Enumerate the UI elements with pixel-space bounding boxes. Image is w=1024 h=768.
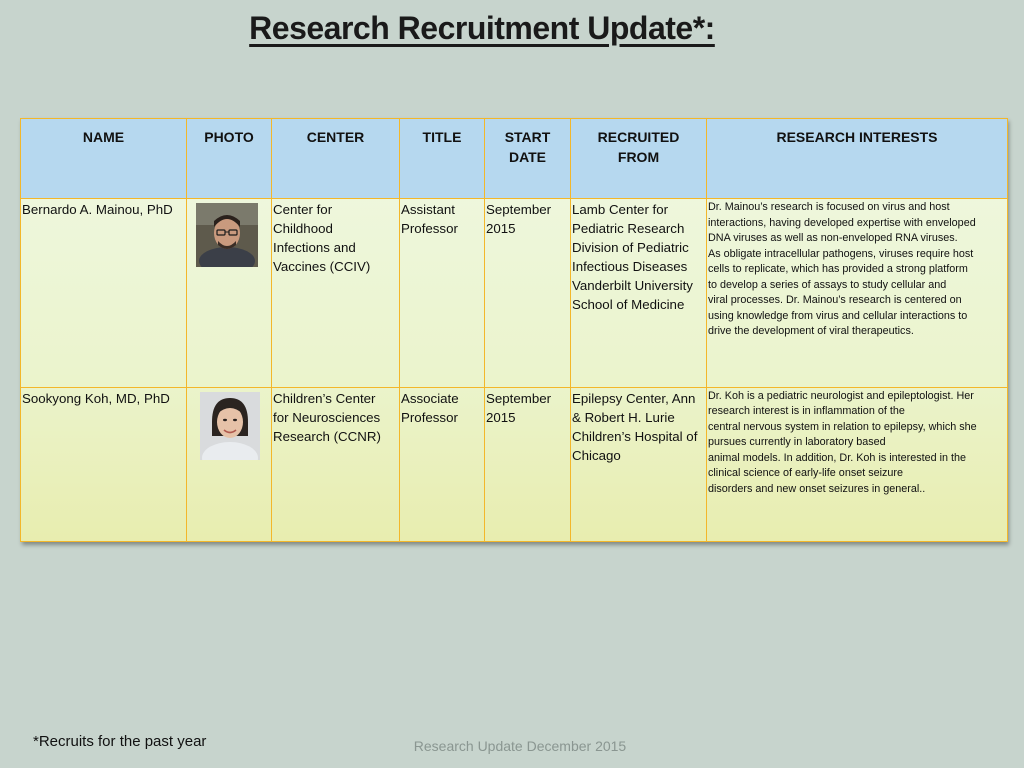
title-line: Professor bbox=[401, 221, 458, 236]
column-header-start-date: START DATE bbox=[484, 118, 571, 199]
cell-center: Center for Childhood Infections and Vacc… bbox=[271, 198, 400, 388]
center-line: for Neurosciences bbox=[273, 409, 381, 425]
column-header-center: CENTER bbox=[271, 118, 400, 199]
column-header-photo: PHOTO bbox=[186, 118, 272, 199]
interests-line: drive the development of viral therapeut… bbox=[708, 325, 914, 337]
interests-line: clinical science of early-life onset sei… bbox=[708, 467, 904, 480]
cell-photo bbox=[186, 198, 272, 388]
recruit-name: Sookyong Koh, MD, PhD bbox=[22, 390, 170, 406]
title-line: Assistant bbox=[401, 202, 455, 217]
center-line: Vaccines (CCIV) bbox=[273, 259, 371, 274]
recruited-line: Lamb Center for bbox=[572, 202, 669, 217]
cell-recruited-from: Lamb Center for Pediatric Research Divis… bbox=[570, 198, 707, 388]
interests-line: Dr. Koh is a pediatric neurologist and e… bbox=[708, 389, 974, 402]
interests-line: As obligate intracellular pathogens, vir… bbox=[708, 247, 974, 260]
column-header-line: DATE bbox=[508, 149, 547, 165]
interests-line: research interest is in inflammation of … bbox=[708, 405, 905, 418]
cell-start-date: September 2015 bbox=[484, 198, 571, 388]
column-header-line: RECRUITED bbox=[597, 129, 680, 145]
table-row: Sookyong Koh, MD, PhD Children’s Center … bbox=[20, 386, 1008, 543]
cell-name: Sookyong Koh, MD, PhD bbox=[20, 386, 187, 543]
cell-research-interests: Dr. Koh is a pediatric neurologist and e… bbox=[706, 386, 1008, 543]
column-header-name: NAME bbox=[20, 118, 187, 199]
cell-center: Children’s Center for Neurosciences Rese… bbox=[271, 386, 400, 543]
interests-line: pursues currently in laboratory based bbox=[708, 436, 886, 449]
interests-line: Dr. Mainou’s research is focused on viru… bbox=[708, 201, 950, 213]
center-line: Center for bbox=[273, 202, 333, 217]
center-line: Childhood bbox=[273, 221, 333, 236]
recruited-line: Infectious Diseases bbox=[572, 259, 688, 274]
column-header-title: TITLE bbox=[399, 118, 485, 199]
recruit-name: Bernardo A. Mainou, PhD bbox=[22, 202, 173, 217]
column-header-recruited-from: RECRUITED FROM bbox=[570, 118, 707, 199]
start-line: 2015 bbox=[486, 221, 516, 236]
cell-photo bbox=[186, 386, 272, 543]
recruited-line: Division of Pediatric bbox=[572, 240, 689, 255]
start-line: September bbox=[486, 390, 552, 406]
recruited-line: School of Medicine bbox=[572, 297, 685, 312]
recruited-line: & Robert H. Lurie bbox=[572, 409, 675, 425]
cell-title: Assistant Professor bbox=[399, 198, 485, 388]
title-line: Associate bbox=[401, 390, 459, 406]
recruited-line: Vanderbilt University bbox=[572, 278, 693, 293]
column-header-line: START bbox=[504, 129, 551, 145]
interests-line: central nervous system in relation to ep… bbox=[708, 420, 977, 433]
cell-name: Bernardo A. Mainou, PhD bbox=[20, 198, 187, 388]
interests-line: viral processes. Dr. Mainou’s research i… bbox=[708, 294, 962, 306]
interests-line: to develop a series of assays to study c… bbox=[708, 278, 947, 291]
column-header-line: FROM bbox=[617, 149, 660, 165]
recruitment-table: NAME PHOTO CENTER TITLE START DATE RECRU… bbox=[20, 118, 1008, 543]
recruited-line: Epilepsy Center, Ann bbox=[572, 390, 696, 406]
portrait-photo-image bbox=[196, 203, 258, 267]
interests-line: interactions, having developed expertise… bbox=[708, 216, 976, 229]
interests-line: animal models. In addition, Dr. Koh is i… bbox=[708, 451, 967, 464]
start-line: September bbox=[486, 202, 552, 217]
table-header-row: NAME PHOTO CENTER TITLE START DATE RECRU… bbox=[20, 118, 1008, 199]
column-header-research-interests: RESEARCH INTERESTS bbox=[706, 118, 1008, 199]
center-line: Research (CCNR) bbox=[273, 428, 381, 444]
center-line: Children’s Center bbox=[273, 390, 376, 406]
recruitment-table-container: NAME PHOTO CENTER TITLE START DATE RECRU… bbox=[20, 118, 1008, 543]
interests-line: disorders and new onset seizures in gene… bbox=[708, 482, 926, 495]
cell-research-interests: Dr. Mainou’s research is focused on viru… bbox=[706, 198, 1008, 388]
center-line: Infections and bbox=[273, 240, 356, 255]
table-row: Bernardo A. Mainou, PhD Center for Child… bbox=[20, 198, 1008, 388]
interests-line: DNA viruses as well as non-enveloped RNA… bbox=[708, 232, 958, 244]
cell-recruited-from: Epilepsy Center, Ann & Robert H. Lurie C… bbox=[570, 386, 707, 543]
recruited-line: Pediatric Research bbox=[572, 221, 685, 236]
portrait-photo-image bbox=[200, 391, 260, 460]
recruited-line: Chicago bbox=[572, 447, 621, 463]
interests-line: using knowledge from virus and cellular … bbox=[708, 309, 968, 322]
cell-start-date: September 2015 bbox=[484, 386, 571, 543]
portrait-photo bbox=[196, 203, 258, 267]
interests-line: cells to replicate, which has provided a… bbox=[708, 263, 968, 275]
start-line: 2015 bbox=[486, 409, 516, 425]
title-line: Professor bbox=[401, 409, 458, 425]
recruited-line: Children’s Hospital of bbox=[572, 428, 698, 444]
portrait-photo bbox=[200, 391, 260, 460]
slide-title: Research Recruitment Update*: bbox=[249, 10, 715, 46]
cell-title: Associate Professor bbox=[399, 386, 485, 543]
footer-text: Research Update December 2015 bbox=[413, 738, 627, 754]
